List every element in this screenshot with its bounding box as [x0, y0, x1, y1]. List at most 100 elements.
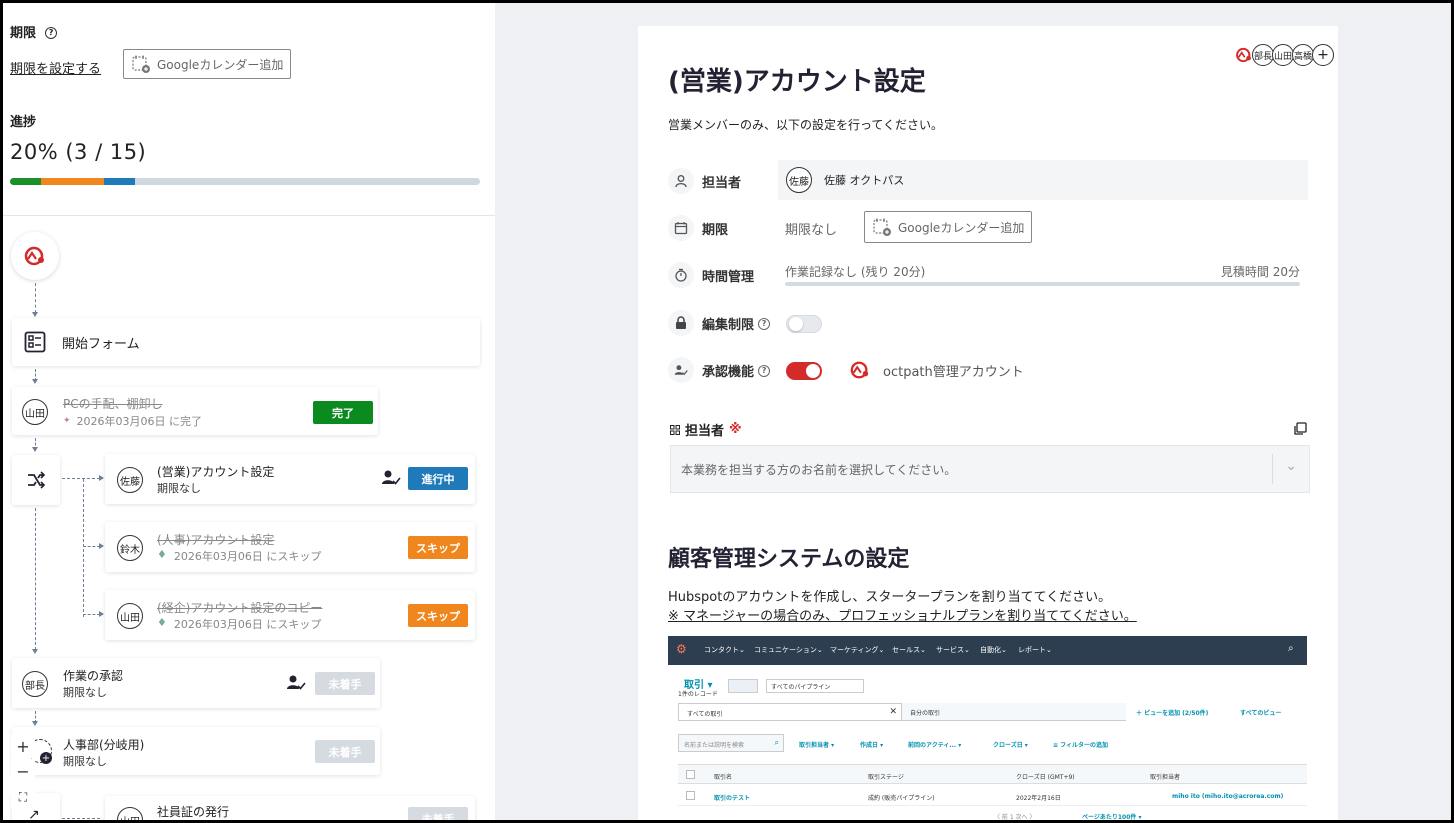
status-badge: 未着手: [315, 740, 375, 763]
task-node[interactable]: 鈴木 (人事)アカウント設定 ♦ 2026年03月06日 にスキップ スキップ: [105, 522, 475, 572]
avatar[interactable]: 高橋: [1292, 44, 1314, 66]
task-sub: 2026年03月06日 に完了: [76, 415, 203, 428]
avatar[interactable]: 部長: [1252, 44, 1274, 66]
zoom-in-button[interactable]: +: [11, 734, 35, 758]
task-sub: 期限なし: [63, 686, 107, 699]
timer-icon: [668, 262, 694, 288]
task-node[interactable]: 山田 PCの手配、棚卸し ✦ 2026年03月06日 に完了 完了: [12, 387, 378, 435]
avatar: 部長: [22, 671, 48, 697]
task-node[interactable]: 山田 (経企)アカウント設定のコピー ♦ 2026年03月06日 にスキップ ス…: [105, 590, 475, 640]
fit-view-button[interactable]: ⛶: [11, 785, 35, 809]
select-placeholder: 本業務を担当する方のお名前を選択してください。: [681, 463, 957, 477]
task-title: (営業)アカウント設定: [157, 465, 275, 479]
calendar-add-icon: [132, 55, 150, 73]
task-sub: 2026年03月06日 にスキップ: [173, 618, 322, 631]
time-estimate: 見積時間 20分: [1220, 265, 1300, 279]
search-box: 名前または説明を検索 ⌕: [678, 734, 784, 752]
set-deadline-link[interactable]: 期限を設定する: [10, 58, 101, 77]
person-icon: [668, 168, 694, 194]
task-node-active[interactable]: 佐藤 (営業)アカウント設定 期限なし 進行中: [105, 454, 475, 504]
help-icon[interactable]: ?: [758, 364, 771, 377]
skip-icon: ♦: [157, 616, 167, 629]
per-page: ページあたり100件 ▾: [1082, 814, 1142, 820]
status-badge: 未着手: [408, 807, 468, 820]
avatar: 山田: [117, 603, 143, 629]
filter: 取引担当者 ▾: [799, 742, 835, 749]
octpath-logo-icon: [1236, 47, 1251, 63]
status-badge: 進行中: [408, 467, 468, 490]
branch-icon: [28, 471, 46, 489]
branch-node[interactable]: [12, 455, 60, 505]
start-form-node[interactable]: 開始フォーム: [12, 318, 480, 366]
avatar: 山田: [117, 807, 143, 820]
approval-label: 承認機能: [702, 365, 755, 380]
edit-lock-toggle[interactable]: [786, 315, 822, 333]
zoom-out-button[interactable]: −: [11, 759, 35, 783]
deadline-section: 期限 ?: [10, 22, 58, 41]
assignee-field[interactable]: 佐藤 佐藤 オクトパス: [778, 160, 1308, 200]
status-badge: 完了: [313, 401, 373, 424]
time-progress-bar: [785, 282, 1300, 286]
workflow-sidebar: 期限 ? 期限を設定する Googleカレンダー追加 進捗 20% (3 / 1…: [3, 3, 495, 820]
add-view-link: ＋ ビューを追加 (2/50件): [1136, 710, 1209, 717]
task-node[interactable]: 部長 作業の承認 期限なし 未着手: [12, 658, 380, 708]
task-sub: 期限なし: [63, 755, 107, 768]
add-member-button[interactable]: +: [1312, 44, 1334, 66]
progress-label: 進捗: [10, 115, 37, 130]
record-count: 1件のレコード: [678, 691, 718, 698]
section-heading: 顧客管理システムの設定: [668, 547, 910, 572]
status-badge: スキップ: [408, 604, 468, 627]
task-title: 社員証の発行: [157, 805, 230, 819]
approval-user-icon: [668, 357, 694, 383]
help-icon[interactable]: ?: [758, 317, 771, 330]
start-form-label: 開始フォーム: [62, 336, 140, 352]
embedded-screenshot: ⚙ コンタクト⌄ コミュニケーション⌄ マーケティング⌄ セールス⌄ サービス⌄…: [668, 636, 1307, 820]
hubspot-logo-icon: ⚙: [676, 642, 687, 656]
filter: 作成日 ▾: [860, 742, 884, 749]
nav-item: サービス⌄: [936, 646, 970, 654]
deadline-value[interactable]: 期限なし: [785, 219, 837, 238]
help-icon[interactable]: ?: [45, 26, 58, 39]
progress-segment: [41, 178, 104, 185]
form-icon: [24, 331, 46, 353]
approval-toggle[interactable]: [786, 362, 822, 380]
add-assignee-icon[interactable]: +: [40, 752, 52, 764]
task-description: 営業メンバーのみ、以下の設定を行ってください。: [668, 118, 944, 132]
app-frame: 期限 ? 期限を設定する Googleカレンダー追加 進捗 20% (3 / 1…: [3, 3, 1451, 820]
task-node[interactable]: 山田 社員証の発行 未着手: [105, 796, 475, 820]
google-calendar-button[interactable]: Googleカレンダー追加: [864, 211, 1033, 243]
section-body: Hubspotのアカウントを作成し、スタータープランを割り当ててください。: [668, 590, 1112, 605]
avatar[interactable]: 山田: [1272, 44, 1294, 66]
view-toggle: [728, 679, 758, 693]
task-title: 人事部(分岐用): [63, 738, 145, 752]
status-badge: スキップ: [408, 536, 468, 559]
approval-user-icon: [287, 675, 306, 690]
octpath-logo-icon[interactable]: [11, 232, 59, 280]
assignee-select[interactable]: 本業務を担当する方のお名前を選択してください。 ⌄: [670, 445, 1310, 493]
nav-item: マーケティング⌄: [830, 646, 885, 654]
pipeline-select: すべてのパイプライン: [771, 684, 831, 691]
nav-item: レポート⌄: [1018, 646, 1052, 654]
required-mark: ※: [729, 422, 742, 437]
task-title: (経企)アカウント設定のコピー: [157, 601, 323, 615]
divider: [3, 215, 495, 216]
tab-all-deals: すべての取引 ✕: [678, 703, 902, 721]
progress-value: 20% (3 / 15): [10, 140, 147, 164]
deadline-label: 期限: [702, 223, 729, 238]
google-calendar-button[interactable]: Googleカレンダー追加: [123, 49, 292, 79]
task-title: (人事)アカウント設定: [157, 533, 275, 547]
member-avatars: 部長 山田 高橋 +: [1234, 44, 1334, 66]
status-badge: 未着手: [315, 672, 375, 695]
approval-user-icon: [382, 470, 401, 485]
search-icon: ⌕: [1288, 643, 1294, 654]
tab-my-deals: 自分の取引: [902, 703, 1126, 721]
assignee-name: 佐藤 オクトパス: [824, 174, 905, 187]
filter: 前回のアクティ... ▾: [908, 742, 962, 749]
skip-icon: ♦: [157, 548, 167, 561]
time-record: 作業記録なし (残り 20分): [785, 265, 926, 279]
filter: ≡ フィルターの追加: [1053, 742, 1108, 749]
section-note: ※ マネージャーの場合のみ、プロフェッショナルプランを割り当ててください。: [668, 609, 1137, 624]
copy-icon[interactable]: [1293, 422, 1307, 436]
nav-item: セールス⌄: [892, 646, 926, 654]
task-node[interactable]: + 人事部(分岐用) 期限なし 未着手: [12, 727, 380, 775]
